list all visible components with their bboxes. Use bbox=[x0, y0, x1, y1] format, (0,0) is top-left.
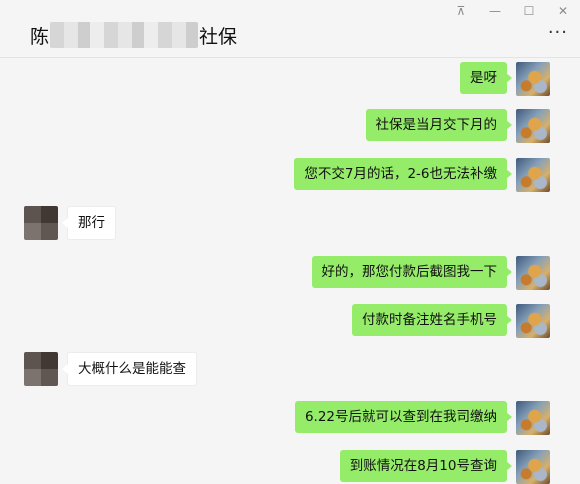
chat-window: ⊼ — ☐ ✕ 陈 社保 ··· 是呀 社保是当月交下月的 您不交7月的话，2-… bbox=[0, 0, 580, 484]
my-avatar[interactable] bbox=[516, 256, 550, 290]
message-bubble-sent[interactable]: 是呀 bbox=[460, 62, 512, 94]
redacted-name-mosaic bbox=[50, 22, 199, 48]
window-controls: ⊼ — ☐ ✕ bbox=[444, 0, 580, 22]
contact-avatar[interactable] bbox=[24, 206, 58, 240]
my-avatar[interactable] bbox=[516, 62, 550, 96]
my-avatar[interactable] bbox=[516, 158, 550, 192]
message-bubble-sent[interactable]: 到账情况在8月10号查询 bbox=[339, 450, 513, 482]
my-avatar[interactable] bbox=[516, 109, 550, 143]
message-bubble-sent[interactable]: 您不交7月的话，2-6也无法补缴 bbox=[294, 158, 512, 190]
minimize-icon[interactable]: — bbox=[478, 0, 512, 22]
more-options-icon[interactable]: ··· bbox=[548, 24, 568, 42]
message-list[interactable]: 是呀 社保是当月交下月的 您不交7月的话，2-6也无法补缴 那行 好的，那您付款… bbox=[0, 59, 580, 484]
message-item: 到账情况在8月10号查询 bbox=[339, 450, 550, 484]
message-bubble-received[interactable]: 那行 bbox=[62, 206, 116, 240]
close-icon[interactable]: ✕ bbox=[546, 0, 580, 22]
message-bubble-sent[interactable]: 社保是当月交下月的 bbox=[365, 109, 512, 141]
message-item: 大概什么是能能查 bbox=[24, 352, 197, 386]
message-item: 付款时备注姓名手机号 bbox=[352, 304, 550, 338]
chat-title: 陈 社保 bbox=[30, 22, 237, 48]
message-item: 是呀 bbox=[460, 62, 550, 96]
message-item: 好的，那您付款后截图我一下 bbox=[311, 256, 550, 290]
chat-title-prefix: 陈 bbox=[30, 25, 50, 48]
title-bar: ⊼ — ☐ ✕ 陈 社保 ··· bbox=[0, 0, 580, 58]
message-item: 那行 bbox=[24, 206, 116, 240]
message-item: 6.22号后就可以查到在我司缴纳 bbox=[294, 401, 550, 435]
message-bubble-sent[interactable]: 好的，那您付款后截图我一下 bbox=[311, 256, 512, 288]
message-bubble-sent[interactable]: 6.22号后就可以查到在我司缴纳 bbox=[294, 401, 513, 433]
pin-icon[interactable]: ⊼ bbox=[444, 0, 478, 22]
message-bubble-sent[interactable]: 付款时备注姓名手机号 bbox=[352, 304, 512, 336]
maximize-icon[interactable]: ☐ bbox=[512, 0, 546, 22]
my-avatar[interactable] bbox=[516, 304, 550, 338]
message-item: 社保是当月交下月的 bbox=[365, 109, 550, 143]
my-avatar[interactable] bbox=[516, 450, 550, 484]
message-item: 您不交7月的话，2-6也无法补缴 bbox=[294, 158, 550, 192]
my-avatar[interactable] bbox=[516, 401, 550, 435]
chat-title-suffix: 社保 bbox=[199, 25, 238, 48]
message-bubble-received[interactable]: 大概什么是能能查 bbox=[62, 352, 197, 386]
contact-avatar[interactable] bbox=[24, 352, 58, 386]
